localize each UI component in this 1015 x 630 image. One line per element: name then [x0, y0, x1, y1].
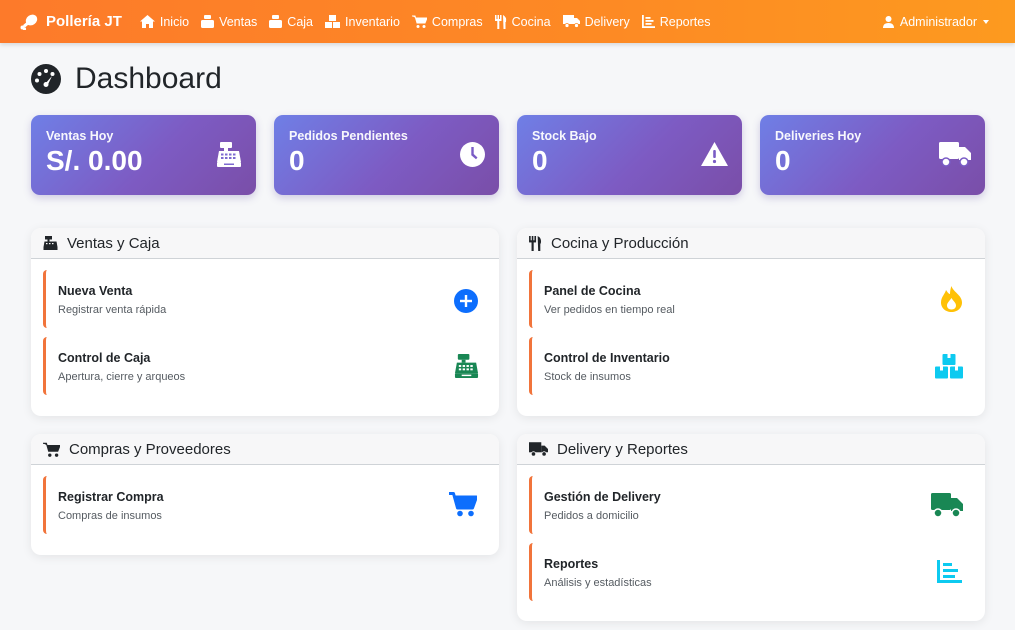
- menu-item-reportes[interactable]: Reportes Análisis y estadísticas: [529, 543, 973, 601]
- nav-item-delivery[interactable]: Delivery: [562, 14, 630, 29]
- menu-item-panel-cocina[interactable]: Panel de Cocina Ver pedidos en tiempo re…: [529, 270, 973, 328]
- item-title: Control de Inventario: [544, 351, 670, 365]
- panel-title: Cocina y Producción: [551, 234, 689, 252]
- cash-register-icon: [217, 142, 241, 167]
- panel-title: Compras y Proveedores: [69, 440, 231, 458]
- item-description: Apertura, cierre y arqueos: [58, 371, 186, 383]
- cart-icon: [449, 492, 477, 517]
- gauge-icon: [31, 64, 61, 94]
- user-name: Administrador: [899, 14, 977, 29]
- brand-name: Pollería JT: [46, 13, 122, 30]
- stat-label: Ventas Hoy: [46, 129, 114, 143]
- panel-delivery-reportes: Delivery y Reportes Gestión de Delivery …: [517, 434, 985, 621]
- home-icon: [139, 15, 155, 28]
- nav-label: Inicio: [159, 14, 190, 29]
- panel-cocina-produccion: Cocina y Producción Panel de Cocina Ver …: [517, 228, 985, 416]
- brand-link[interactable]: Pollería JT: [20, 13, 122, 30]
- user-dropdown[interactable]: Administrador: [882, 0, 989, 43]
- panel-header: Compras y Proveedores: [31, 434, 499, 465]
- cart-icon: [411, 15, 427, 28]
- item-description: Análisis y estadísticas: [544, 577, 652, 589]
- ventas-icon: [201, 15, 215, 28]
- item-title: Registrar Compra: [58, 490, 164, 504]
- nav-label: Compras: [431, 14, 483, 29]
- nav-item-cocina[interactable]: Cocina: [494, 14, 551, 29]
- panel-ventas-caja: Ventas y Caja Nueva Venta Registrar vent…: [31, 228, 499, 416]
- item-title: Control de Caja: [58, 351, 151, 365]
- nav-item-caja[interactable]: Caja: [269, 15, 313, 29]
- chevron-down-icon: [983, 19, 989, 24]
- item-description: Registrar venta rápida: [58, 304, 167, 316]
- nav-item-compras[interactable]: Compras: [411, 14, 483, 29]
- panel-header: Delivery y Reportes: [517, 434, 985, 465]
- nav-item-reportes[interactable]: Reportes: [641, 14, 711, 29]
- nav-label: Inventario: [345, 14, 400, 29]
- nav-item-inventario[interactable]: Inventario: [325, 15, 400, 29]
- item-description: Stock de insumos: [544, 371, 631, 383]
- nav-label: Cocina: [511, 14, 551, 29]
- stat-card-stock-bajo: Stock Bajo 0: [517, 115, 742, 195]
- utensils-icon: [529, 235, 542, 251]
- fire-icon: [941, 286, 962, 312]
- page-title-text: Dashboard: [75, 62, 222, 95]
- boxes-icon: [325, 15, 341, 28]
- nav-label: Caja: [287, 14, 314, 29]
- item-description: Compras de insumos: [58, 510, 162, 522]
- chart-icon: [937, 560, 962, 583]
- plus-circle-icon: [454, 289, 478, 313]
- utensils-icon: [494, 14, 506, 29]
- stat-card-deliveries-hoy: Deliveries Hoy 0: [760, 115, 985, 195]
- clock-icon: [460, 142, 485, 167]
- user-icon: [882, 15, 894, 28]
- nav-item-inicio[interactable]: Inicio: [139, 14, 190, 29]
- menu-item-gestion-delivery[interactable]: Gestión de Delivery Pedidos a domicilio: [529, 476, 973, 534]
- stat-card-ventas-hoy: Ventas Hoy S/. 0.00: [31, 115, 256, 195]
- menu-item-control-caja[interactable]: Control de Caja Apertura, cierre y arque…: [43, 337, 487, 395]
- panel-title: Delivery y Reportes: [557, 440, 688, 458]
- item-description: Ver pedidos en tiempo real: [544, 304, 675, 316]
- stat-card-pedidos-pendientes: Pedidos Pendientes 0: [274, 115, 499, 195]
- truck-icon: [529, 441, 548, 457]
- stat-label: Deliveries Hoy: [775, 129, 862, 143]
- menu-item-nueva-venta[interactable]: Nueva Venta Registrar venta rápida: [43, 270, 487, 328]
- item-title: Panel de Cocina: [544, 284, 641, 298]
- nav-item-ventas[interactable]: Ventas: [201, 15, 257, 29]
- panel-compras-proveedores: Compras y Proveedores Registrar Compra C…: [31, 434, 499, 555]
- drumstick-icon: [20, 14, 38, 30]
- chart-icon: [641, 15, 655, 28]
- cash-register-icon: [43, 236, 58, 250]
- menu-item-control-inventario[interactable]: Control de Inventario Stock de insumos: [529, 337, 973, 395]
- caja-icon: [269, 15, 283, 28]
- item-title: Gestión de Delivery: [544, 490, 661, 504]
- top-navbar: Pollería JT Inicio Ventas Caja Inventari…: [0, 0, 1015, 43]
- boxes-icon: [935, 354, 963, 379]
- stat-label: Pedidos Pendientes: [289, 129, 408, 143]
- truck-icon: [562, 15, 580, 28]
- cash-register-icon: [454, 353, 479, 379]
- panel-title: Ventas y Caja: [67, 234, 160, 252]
- truck-icon: [931, 493, 963, 518]
- menu-item-registrar-compra[interactable]: Registrar Compra Compras de insumos: [43, 476, 487, 534]
- stat-label: Stock Bajo: [532, 129, 597, 143]
- warning-icon: [701, 142, 728, 166]
- panel-header: Ventas y Caja: [31, 228, 499, 259]
- truck-icon: [939, 142, 971, 167]
- nav-label: Reportes: [659, 14, 711, 29]
- nav-label: Ventas: [219, 14, 258, 29]
- nav-label: Delivery: [584, 14, 630, 29]
- item-title: Nueva Venta: [58, 284, 133, 298]
- item-description: Pedidos a domicilio: [544, 510, 639, 522]
- item-title: Reportes: [544, 557, 599, 571]
- page-title: Dashboard: [31, 62, 222, 96]
- cart-icon: [43, 442, 60, 457]
- panel-header: Cocina y Producción: [517, 228, 985, 259]
